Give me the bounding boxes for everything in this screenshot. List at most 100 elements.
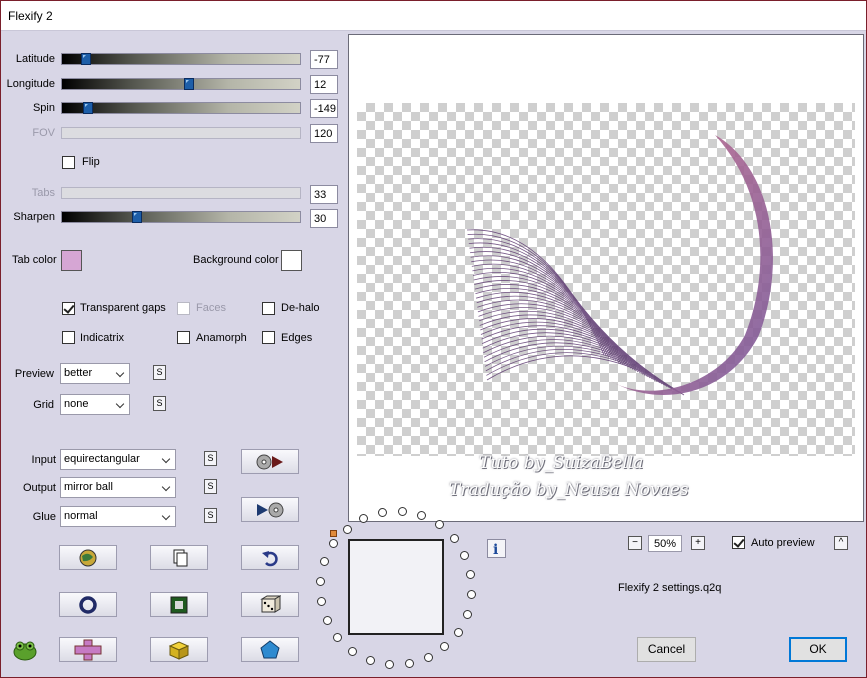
rotation-dot[interactable]: [467, 590, 477, 600]
edges-label: Edges: [281, 332, 313, 344]
anamorph-checkbox[interactable]: [177, 331, 190, 344]
fov-value: 120: [310, 124, 338, 143]
edges-checkbox[interactable]: [262, 331, 275, 344]
latitude-slider-thumb[interactable]: [81, 53, 91, 65]
copy-button[interactable]: [150, 545, 208, 570]
play-disc-icon: [257, 502, 284, 517]
rotation-dot[interactable]: [320, 557, 330, 567]
background-color-swatch[interactable]: [281, 250, 302, 271]
output-s-button[interactable]: S: [204, 479, 217, 494]
zoom-level: 50%: [648, 535, 682, 552]
rotation-dot[interactable]: [453, 627, 463, 637]
sharpen-value[interactable]: 30: [310, 209, 338, 228]
spin-value[interactable]: -149: [310, 99, 338, 118]
info-icon: i: [493, 542, 498, 558]
collapse-button[interactable]: ^: [834, 536, 848, 550]
input-s-button[interactable]: S: [204, 451, 217, 466]
cube-button[interactable]: [150, 637, 208, 662]
rotation-dot[interactable]: [329, 539, 339, 549]
longitude-label: Longitude: [6, 78, 55, 90]
frog-logo: [12, 638, 38, 665]
rotation-dot[interactable]: [435, 520, 445, 530]
thumbnail-preview[interactable]: [348, 539, 444, 635]
input-select[interactable]: equirectangular: [60, 449, 176, 470]
input-value: equirectangular: [64, 453, 140, 465]
rotation-dot[interactable]: [322, 616, 332, 626]
spin-label: Spin: [32, 102, 55, 114]
transparent-gaps-label: Transparent gaps: [80, 302, 166, 314]
spin-slider[interactable]: [61, 102, 301, 114]
faces-checkbox: [177, 302, 190, 315]
rotation-dot[interactable]: [316, 596, 326, 606]
random-button[interactable]: [241, 592, 299, 617]
frame-button[interactable]: [150, 592, 208, 617]
grid-select[interactable]: none: [60, 394, 130, 415]
rotation-dot[interactable]: [384, 660, 394, 670]
zoom-out-button[interactable]: −: [628, 536, 642, 550]
glue-select[interactable]: normal: [60, 506, 176, 527]
chevron-down-icon: [161, 482, 171, 492]
grid-s-button[interactable]: S: [153, 396, 166, 411]
cross-button[interactable]: [59, 637, 117, 662]
preview-quality-select[interactable]: better: [60, 363, 130, 384]
preview-canvas[interactable]: Tuto by_SuizaBella Tradução by_Neusa Nov…: [348, 34, 864, 522]
rotation-dot[interactable]: [440, 642, 450, 652]
globe-icon: [79, 549, 97, 566]
rotation-dot[interactable]: [347, 646, 357, 656]
rotation-handle[interactable]: [330, 530, 337, 537]
rotation-dot[interactable]: [466, 570, 476, 580]
cancel-button[interactable]: Cancel: [637, 637, 696, 662]
indicatrix-checkbox[interactable]: [62, 331, 75, 344]
grid-value: none: [64, 398, 89, 410]
transparent-gaps-checkbox[interactable]: [62, 302, 75, 315]
ring-button[interactable]: [59, 592, 117, 617]
undo-button[interactable]: [241, 545, 299, 570]
latitude-slider[interactable]: [61, 53, 301, 65]
ok-button[interactable]: OK: [789, 637, 847, 662]
faces-label: Faces: [196, 302, 226, 314]
frog-icon: [13, 641, 37, 661]
longitude-slider[interactable]: [61, 78, 301, 90]
longitude-value[interactable]: 12: [310, 75, 338, 94]
cube-icon: [168, 640, 190, 660]
fov-slider: [61, 127, 301, 139]
rotation-dot[interactable]: [315, 576, 325, 586]
input-preset-button[interactable]: [241, 449, 299, 474]
glue-value: normal: [64, 510, 98, 522]
de-halo-checkbox[interactable]: [262, 302, 275, 315]
output-select[interactable]: mirror ball: [60, 477, 176, 498]
rotation-dot[interactable]: [333, 632, 343, 642]
watermark-line-1: Tuto by_SuizaBella: [479, 453, 644, 473]
anamorph-label: Anamorph: [196, 332, 247, 344]
rotation-dot[interactable]: [342, 524, 352, 534]
pentagon-button[interactable]: [241, 637, 299, 662]
auto-preview-checkbox[interactable]: [732, 536, 745, 549]
rotation-dot[interactable]: [404, 659, 414, 669]
ring-icon: [79, 595, 97, 614]
zoom-in-button[interactable]: +: [691, 536, 705, 550]
glue-s-button[interactable]: S: [204, 508, 217, 523]
glue-label: Glue: [32, 511, 56, 523]
rotation-dot[interactable]: [462, 609, 472, 619]
pentagon-icon: [260, 639, 280, 658]
latitude-value[interactable]: -77: [310, 50, 338, 69]
output-value: mirror ball: [64, 481, 113, 493]
tab-color-swatch[interactable]: [61, 250, 82, 271]
rotation-dot[interactable]: [378, 507, 388, 517]
globe-button[interactable]: [59, 545, 117, 570]
rotation-dot[interactable]: [365, 655, 375, 665]
sharpen-slider[interactable]: [61, 211, 301, 223]
rotation-dot[interactable]: [423, 653, 433, 663]
chevron-down-icon: [115, 399, 125, 409]
flip-checkbox[interactable]: [62, 156, 75, 169]
preview-quality-s-button[interactable]: S: [153, 365, 166, 380]
longitude-slider-thumb[interactable]: [184, 78, 194, 90]
info-button[interactable]: i: [487, 539, 506, 558]
spin-slider-thumb[interactable]: [83, 102, 93, 114]
rotation-dot[interactable]: [460, 550, 470, 560]
rotation-dot[interactable]: [449, 534, 459, 543]
de-halo-label: De-halo: [281, 302, 320, 314]
sharpen-slider-thumb[interactable]: [132, 211, 142, 223]
rotation-dot[interactable]: [398, 506, 408, 516]
output-preset-button[interactable]: [241, 497, 299, 522]
